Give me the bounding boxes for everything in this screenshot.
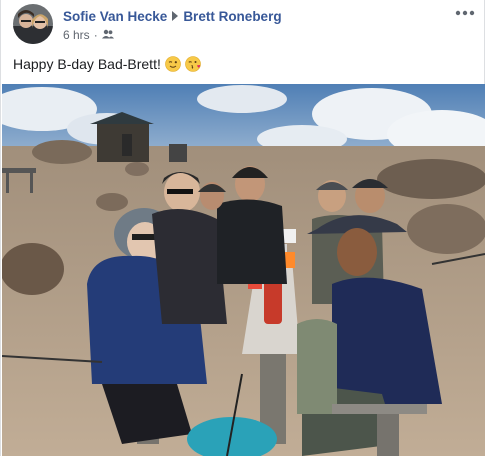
post-timestamp[interactable]: 6 hrs: [63, 28, 90, 42]
post-photo[interactable]: [2, 84, 485, 456]
author-name-link[interactable]: Sofie Van Hecke: [63, 9, 167, 24]
post-message: Happy B-day Bad-Brett!: [13, 56, 201, 72]
recipient-name-link[interactable]: Brett Roneberg: [183, 9, 281, 24]
winking-face-icon: [165, 56, 181, 72]
author-avatar[interactable]: [13, 4, 53, 44]
post-header: Sofie Van Hecke Brett Roneberg 6 hrs ·: [1, 0, 485, 48]
friends-icon[interactable]: [101, 28, 114, 42]
post-names: Sofie Van Hecke Brett Roneberg: [63, 9, 282, 24]
face-blowing-kiss-icon: [185, 56, 201, 72]
meta-separator: ·: [93, 28, 98, 42]
shared-to-arrow-icon: [172, 11, 179, 21]
post-meta: 6 hrs ·: [63, 28, 114, 42]
post-text: Happy B-day Bad-Brett!: [13, 56, 161, 72]
more-options-icon[interactable]: [452, 4, 478, 22]
facebook-post: Sofie Van Hecke Brett Roneberg 6 hrs · H…: [0, 0, 485, 456]
